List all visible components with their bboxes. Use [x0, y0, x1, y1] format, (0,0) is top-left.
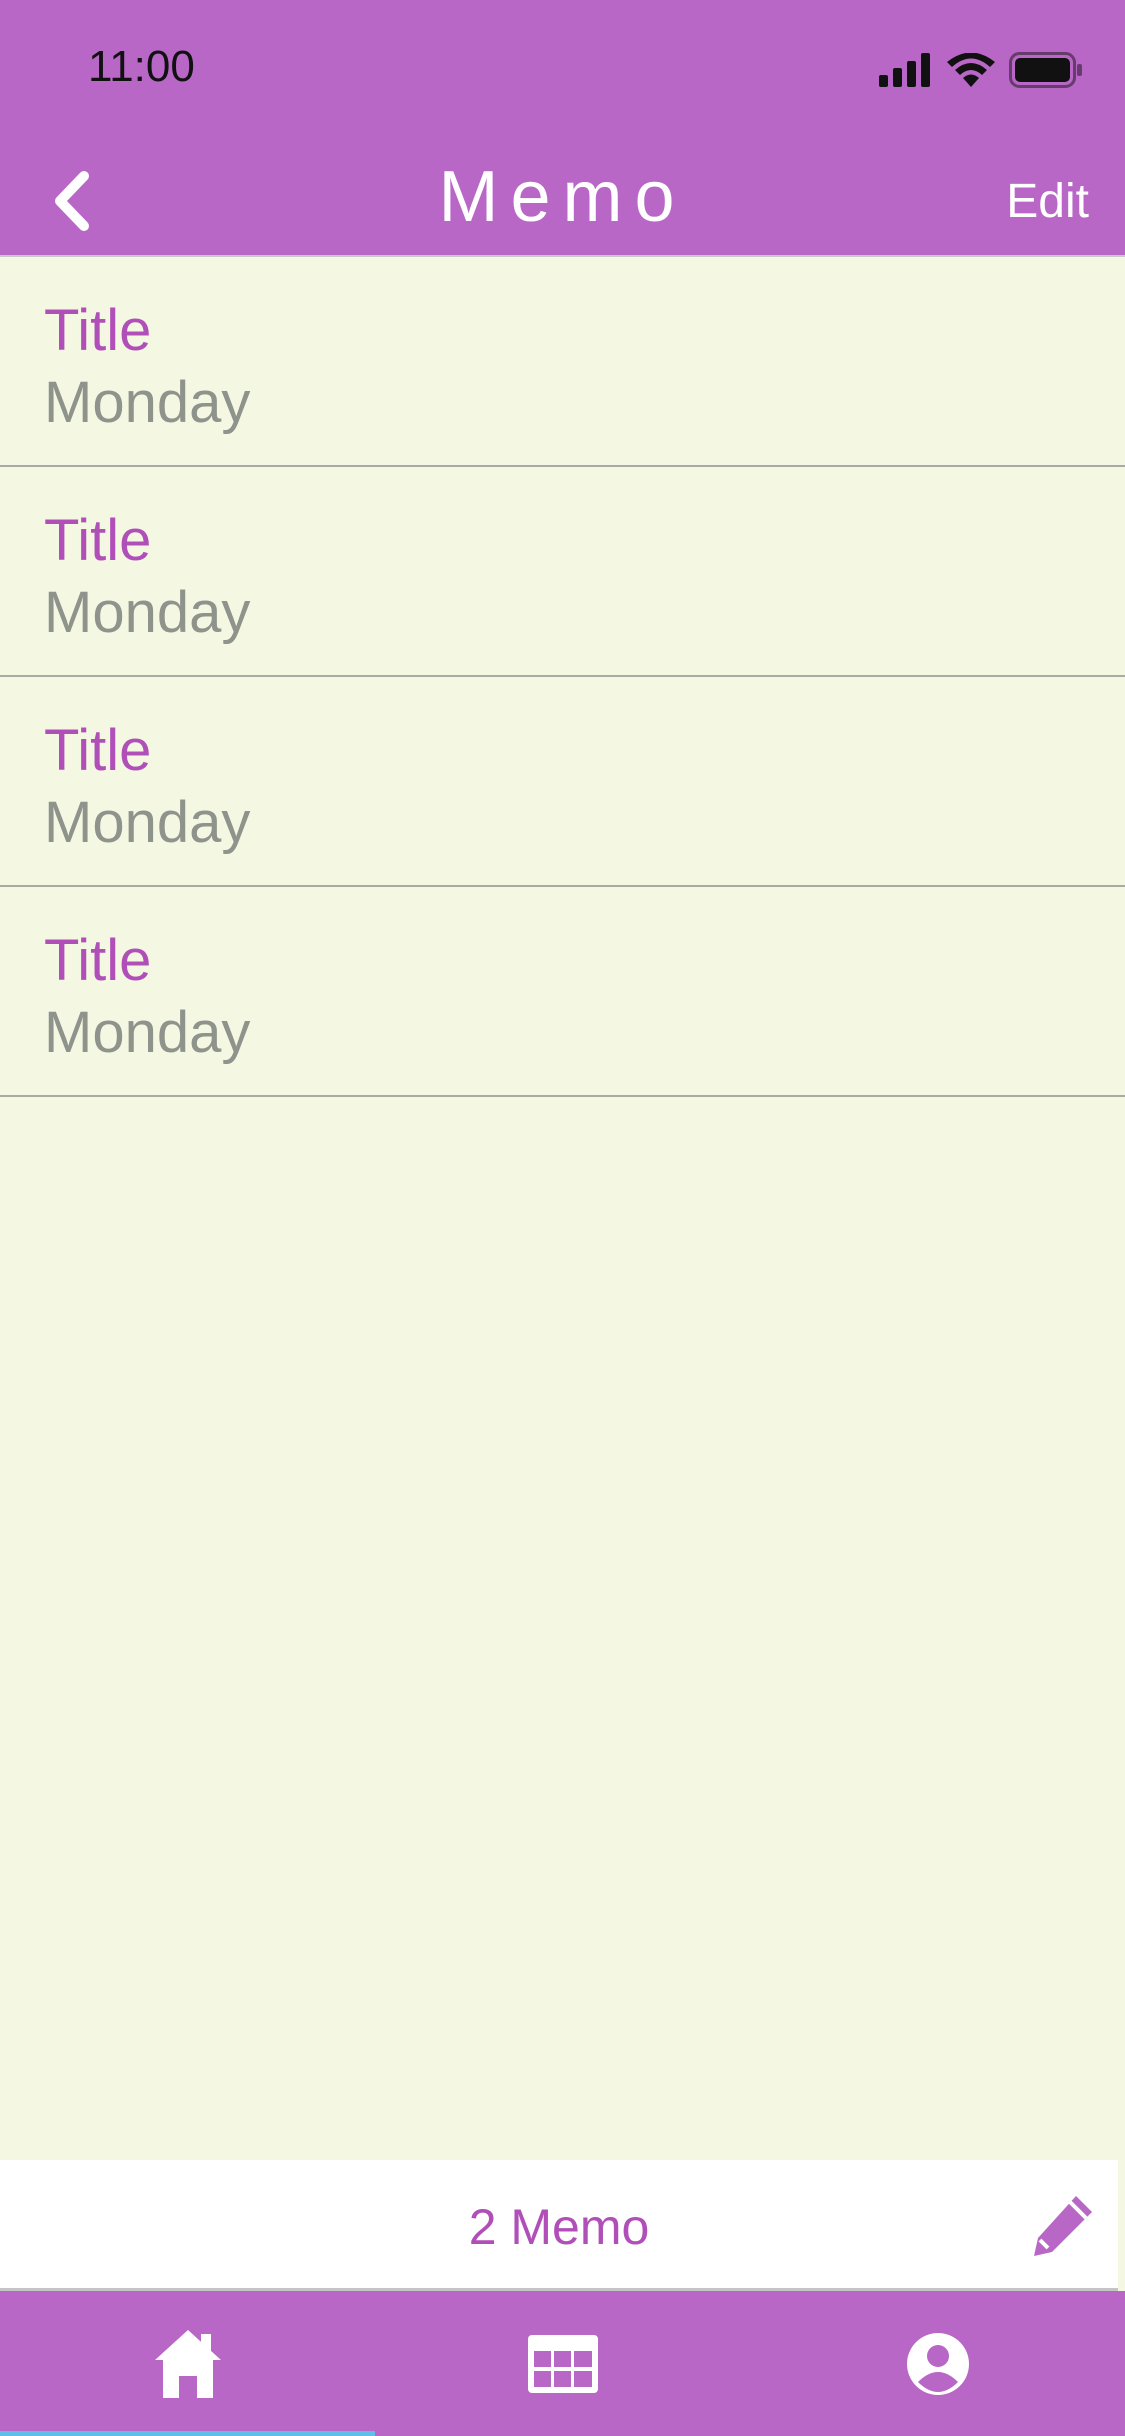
calendar-icon — [527, 2334, 598, 2393]
tab-bar — [0, 2291, 1125, 2436]
memo-title: Title — [44, 718, 152, 783]
memo-list-item[interactable]: Title Monday — [0, 887, 1125, 1097]
tab-calendar[interactable] — [375, 2291, 750, 2436]
memo-title: Title — [44, 298, 152, 363]
status-time: 11:00 — [88, 42, 195, 91]
page-title: Memo — [438, 157, 687, 237]
account-icon — [906, 2332, 969, 2395]
top-bar: 11:00 Memo Edit — [0, 0, 1125, 255]
memo-date: Monday — [44, 1000, 251, 1065]
memo-list-item[interactable]: Title Monday — [0, 257, 1125, 467]
memo-date: Monday — [44, 790, 251, 855]
navigation-bar: Memo Edit — [0, 140, 1125, 255]
memo-list-item[interactable]: Title Monday — [0, 467, 1125, 677]
edit-button[interactable]: Edit — [1006, 174, 1089, 229]
tab-profile[interactable] — [750, 2291, 1125, 2436]
signal-icon — [879, 53, 930, 87]
pencil-icon[interactable] — [1026, 2190, 1098, 2262]
home-icon — [154, 2329, 221, 2398]
status-bar: 11:00 — [0, 0, 1125, 140]
memo-date: Monday — [44, 580, 251, 645]
wifi-icon — [947, 53, 995, 87]
memo-list: Title Monday Title Monday Title Monday T… — [0, 257, 1125, 1097]
memo-date: Monday — [44, 370, 251, 435]
memo-list-item[interactable]: Title Monday — [0, 677, 1125, 887]
battery-icon — [1009, 52, 1082, 88]
tab-home[interactable] — [0, 2291, 375, 2436]
bottom-toolbar: 2 Memo — [0, 2160, 1118, 2291]
memo-count: 2 Memo — [468, 2199, 650, 2255]
status-icons — [879, 52, 1083, 88]
memo-title: Title — [44, 928, 152, 993]
memo-title: Title — [44, 508, 152, 573]
active-tab-indicator — [0, 2431, 375, 2436]
